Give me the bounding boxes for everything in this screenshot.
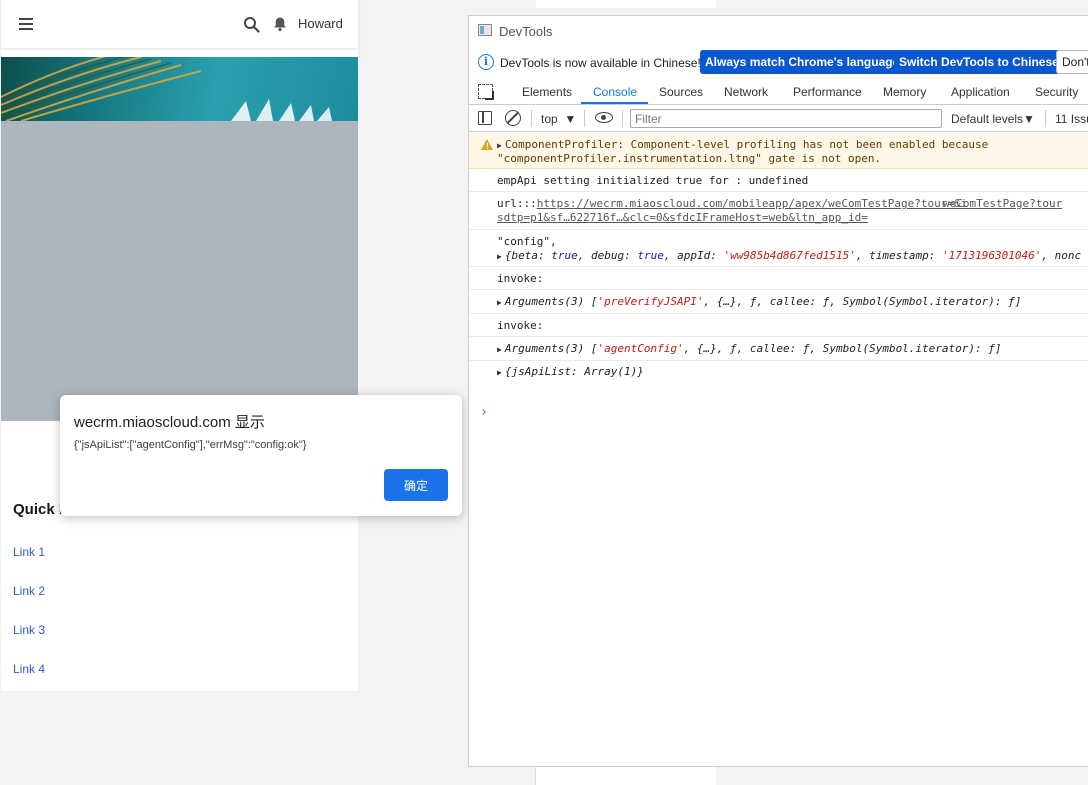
console-message: invoke: (469, 314, 1088, 337)
tab-performance[interactable]: Performance (793, 85, 862, 99)
tab-memory[interactable]: Memory (883, 85, 926, 99)
switch-to-chinese-button[interactable]: Switch DevTools to Chinese (894, 50, 1064, 74)
user-name[interactable]: Howard (298, 16, 343, 31)
mobile-header: Howard (1, 0, 358, 48)
bell-icon[interactable] (272, 16, 288, 32)
context-selector[interactable]: top ▼ (541, 112, 576, 126)
tab-security[interactable]: Security (1035, 85, 1078, 99)
live-expression-eye-icon[interactable] (595, 112, 613, 123)
console-message[interactable]: ▶ {jsApiList: Array(1)} (469, 361, 1088, 385)
console-message: invoke: (469, 267, 1088, 290)
console-prompt-icon[interactable]: › (480, 405, 488, 420)
jsapi-object: {jsApiList: Array(1)} (504, 365, 644, 378)
link-4[interactable]: Link 4 (13, 662, 45, 676)
console-message: url:::https://wecrm.miaoscloud.com/mobil… (469, 192, 1088, 230)
alert-dialog: wecrm.miaoscloud.com 显示 {"jsApiList":["a… (60, 395, 462, 516)
dont-show-again-button[interactable]: Don't (1056, 50, 1088, 74)
obj-value: 'ww985b4d867fed1515' (723, 249, 856, 262)
arguments-rest: , {…}, ƒ, callee: ƒ, Symbol(Symbol.itera… (683, 342, 1002, 355)
infobar-text: DevTools is now available in Chinese! (500, 56, 701, 70)
ok-button[interactable]: 确定 (384, 469, 448, 501)
expand-arrow-icon[interactable]: ▶ (497, 250, 502, 264)
source-link[interactable]: weComTestPage?tour (943, 197, 1062, 210)
console-message[interactable]: ▶ Arguments(3) ['preVerifyJSAPI', {…}, ƒ,… (469, 290, 1088, 314)
obj-value: '1713196301046' (942, 249, 1042, 262)
info-icon: i (478, 54, 494, 70)
search-icon[interactable] (243, 16, 260, 33)
url-link[interactable]: https://wecrm.miaoscloud.com/mobileapp/a… (537, 197, 967, 210)
alert-message: {"jsApiList":["agentConfig"],"errMsg":"c… (74, 439, 307, 451)
arguments-first: 'agentConfig' (597, 342, 684, 355)
obj-key: timestamp (869, 249, 929, 262)
arguments-rest: , {…}, ƒ, callee: ƒ, Symbol(Symbol.itera… (703, 295, 1022, 308)
obj-value: true (637, 249, 664, 262)
console-message: "config", ▶ {beta: true, debug: true, app… (469, 230, 1088, 267)
window-title: DevTools (499, 24, 553, 39)
warning-line-1: ComponentProfiler: Component-level profi… (504, 138, 989, 151)
arguments-head: Arguments(3) [ (504, 295, 598, 308)
link-1[interactable]: Link 1 (13, 545, 45, 559)
link-3[interactable]: Link 3 (13, 623, 45, 637)
tab-elements[interactable]: Elements (522, 85, 572, 99)
expand-arrow-icon[interactable]: ▶ (497, 366, 502, 380)
alert-title: wecrm.miaoscloud.com 显示 (74, 414, 265, 431)
console-warning[interactable]: ▶ComponentProfiler: Component-level prof… (469, 133, 1088, 169)
obj-key: nonc (1054, 249, 1082, 262)
image-placeholder (1, 121, 358, 421)
empapi-message: empApi setting initialized true for : un… (497, 174, 809, 187)
obj-key: beta (511, 249, 538, 262)
obj-key: debug (590, 249, 625, 262)
active-tab-indicator (581, 102, 648, 104)
match-language-button[interactable]: Always match Chrome's language (700, 50, 905, 74)
clear-console-icon[interactable] (505, 110, 521, 126)
divider (535, 767, 536, 785)
devtools-app-icon (478, 24, 492, 36)
divider (1045, 110, 1046, 127)
expand-arrow-icon[interactable]: ▶ (497, 296, 502, 310)
warning-line-2: "componentProfiler.instrumentation.ltng"… (497, 152, 882, 165)
menu-icon[interactable] (19, 18, 33, 30)
log-levels-value: Default levels (951, 112, 1024, 126)
console-message[interactable]: ▶ Arguments(3) ['agentConfig', {…}, ƒ, ca… (469, 337, 1088, 361)
config-label: "config", (497, 235, 557, 248)
obj-key: appId (677, 249, 711, 262)
arguments-head: Arguments(3) [ (504, 342, 598, 355)
palm-leaf-graphic (1, 57, 332, 121)
log-levels-dropdown[interactable]: Default levels▼ (951, 112, 1035, 126)
divider (584, 110, 585, 127)
devtools-window: DevTools i DevTools is now available in … (468, 15, 1088, 767)
devtools-tabbar: Elements Console Sources Network Perform… (469, 79, 1088, 105)
link-2[interactable]: Link 2 (13, 584, 45, 598)
invoke-label: invoke: (497, 272, 544, 285)
filter-input[interactable] (630, 109, 942, 128)
console-message: empApi setting initialized true for : un… (469, 169, 1088, 192)
mobile-page: Howard Quick L Link 1 Link 2 Link 3 Link… (1, 0, 358, 691)
background-panel (536, 767, 716, 785)
url-prefix: url::: (497, 197, 537, 210)
expand-arrow-icon[interactable]: ▶ (497, 139, 502, 153)
tab-console[interactable]: Console (593, 85, 637, 99)
console-output: ▶ComponentProfiler: Component-level prof… (469, 133, 1088, 420)
console-toolbar: top ▼ Default levels▼ 11 Issu (469, 106, 1088, 132)
background-panel (536, 0, 716, 8)
divider (622, 110, 623, 127)
devtools-titlebar: DevTools (469, 16, 1088, 46)
tab-sources[interactable]: Sources (659, 85, 703, 99)
url-link-continued[interactable]: sdtp=p1&sf…622716f…&clc=0&sfdcIFrameHost… (497, 211, 868, 224)
divider (531, 110, 532, 127)
context-value: top (541, 112, 558, 126)
obj-value: true (551, 249, 578, 262)
invoke-label: invoke: (497, 319, 544, 332)
issues-counter[interactable]: 11 Issu (1055, 112, 1088, 126)
expand-arrow-icon[interactable]: ▶ (497, 343, 502, 357)
tab-application[interactable]: Application (951, 85, 1010, 99)
warning-icon (481, 139, 493, 154)
language-infobar: i DevTools is now available in Chinese! … (469, 49, 1088, 77)
arguments-first: 'preVerifyJSAPI' (597, 295, 704, 308)
inspect-element-icon[interactable] (478, 84, 493, 99)
banner-image (1, 57, 358, 121)
show-sidebar-icon[interactable] (478, 111, 492, 125)
tab-network[interactable]: Network (724, 85, 768, 99)
